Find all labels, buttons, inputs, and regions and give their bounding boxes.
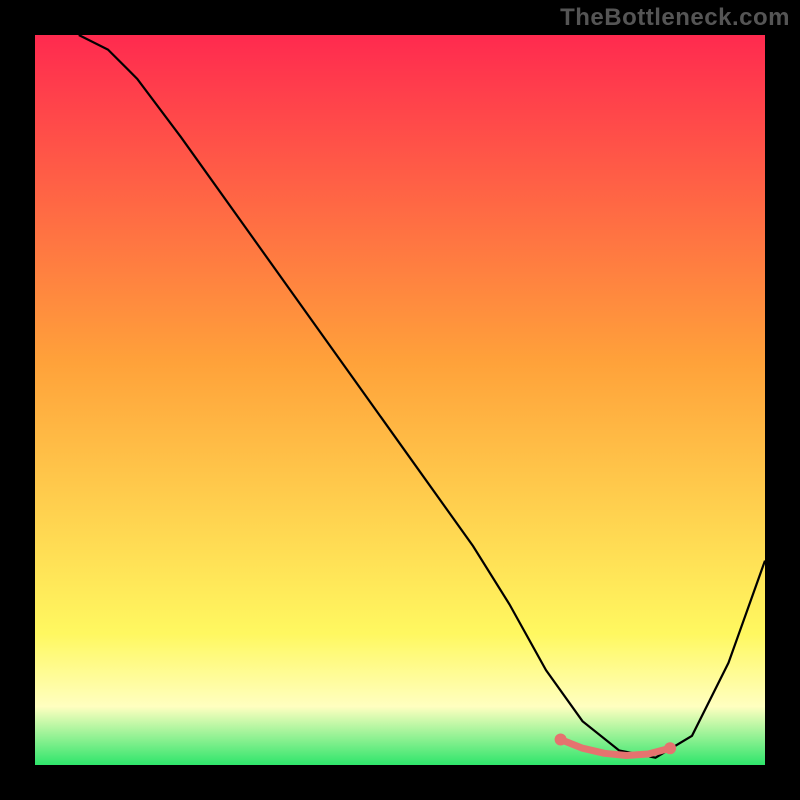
- chart-frame: TheBottleneck.com: [0, 0, 800, 800]
- plot-area: [35, 35, 765, 765]
- watermark-text: TheBottleneck.com: [560, 4, 790, 32]
- highlight-dot: [664, 742, 676, 754]
- chart-svg: [35, 35, 765, 765]
- highlight-dot: [555, 734, 567, 746]
